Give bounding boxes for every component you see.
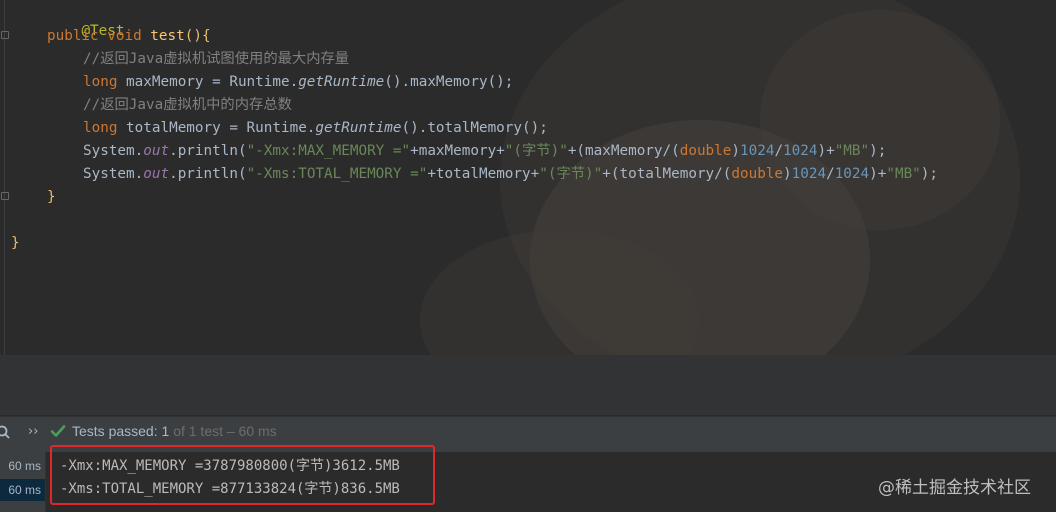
status-label: Tests passed: [72, 423, 158, 439]
operator-token: / [826, 166, 835, 182]
string-token: "-Xms:TOTAL_MEMORY =" [246, 166, 428, 182]
code-line-comment-2: //返回Java虚拟机中的内存总数 [83, 96, 292, 114]
test-tree[interactable]: 60 ms 60 ms [0, 452, 46, 512]
test-status: Tests passed: 1 of 1 test – 60 ms [50, 423, 277, 439]
end-token: ); [869, 143, 887, 159]
out-token: out [143, 143, 170, 159]
modifiers-token: public void [47, 28, 142, 44]
call-token: getRuntime [315, 120, 402, 136]
string-token: "(字节)" [539, 166, 603, 182]
brace-token: } [11, 235, 20, 251]
code-line-print-max: System.out.println("-Xmx:MAX_MEMORY ="+m… [83, 142, 886, 160]
brace-token: } [47, 189, 56, 205]
fold-icon[interactable] [1, 31, 9, 39]
passed-count: 1 [161, 423, 170, 439]
console-line-total: -Xms:TOTAL_MEMORY =877133824(字节)836.5MB [60, 481, 400, 497]
code-line-max-memory: long maxMemory = Runtime.getRuntime().ma… [83, 73, 513, 91]
editor-divider [0, 355, 1056, 415]
expr-token: +maxMemory+ [410, 143, 505, 159]
expr-token: +totalMemory+ [427, 166, 540, 182]
code-line-comment-1: //返回Java虚拟机试图使用的最大内存量 [83, 50, 349, 68]
prefix-token: System. [83, 143, 144, 159]
println-token: .println( [169, 166, 247, 182]
code-line-method-signature: public void test(){ [47, 27, 211, 45]
number-token: 1024 [791, 166, 827, 182]
status-detail: of 1 test – 60 ms [173, 423, 277, 439]
string-token: "-Xmx:MAX_MEMORY =" [246, 143, 411, 159]
tree-row-test[interactable]: 60 ms [0, 479, 45, 501]
code-line-total-memory: long totalMemory = Runtime.getRuntime().… [83, 119, 548, 137]
rest-token: ().maxMemory(); [384, 74, 514, 90]
expr-token: ) [783, 166, 792, 182]
expr-token: +(totalMemory/( [602, 166, 732, 182]
parens-token: (){ [184, 28, 211, 44]
prefix-token: System. [83, 166, 144, 182]
cast-token: double [679, 143, 732, 159]
var-token: maxMemory = Runtime. [117, 74, 299, 90]
expr-token: )+ [869, 166, 887, 182]
expr-token: ) [731, 143, 740, 159]
console-line-max: -Xmx:MAX_MEMORY =3787980800(字节)3612.5MB [60, 458, 400, 474]
method-name-token: test [150, 28, 185, 44]
editor-gutter [4, 0, 5, 355]
string-token: "MB" [834, 143, 870, 159]
println-token: .println( [169, 143, 247, 159]
number-token: 1024 [740, 143, 775, 159]
end-token: ); [920, 166, 939, 182]
string-token: "(字节)" [504, 143, 568, 159]
comment-token: //返回Java虚拟机中的内存总数 [83, 97, 292, 113]
type-token: long [83, 74, 118, 90]
fold-icon[interactable] [1, 192, 9, 200]
code-line-method-close: } [47, 188, 56, 206]
expr-token: +(maxMemory/( [567, 143, 680, 159]
watermark: @稀土掘金技术社区 [878, 478, 1031, 498]
expand-chevron-icon[interactable]: ›› [28, 424, 38, 439]
tree-row-root[interactable]: 60 ms [0, 455, 45, 477]
cast-token: double [731, 166, 784, 182]
operator-token: / [774, 143, 784, 159]
string-token: "MB" [886, 166, 921, 182]
type-token: long [83, 120, 118, 136]
code-line-class-close: } [11, 234, 20, 252]
search-icon[interactable] [0, 425, 10, 439]
number-token: 1024 [834, 166, 870, 182]
code-line-print-total: System.out.println("-Xms:TOTAL_MEMORY ="… [83, 165, 938, 183]
check-icon [50, 425, 66, 437]
comment-token: //返回Java虚拟机试图使用的最大内存量 [83, 51, 350, 67]
var-token: totalMemory = Runtime. [117, 120, 316, 136]
call-token: getRuntime [298, 74, 385, 90]
number-token: 1024 [783, 143, 818, 159]
out-token: out [143, 166, 170, 182]
rest-token: ().totalMemory(); [401, 120, 548, 136]
code-editor[interactable]: @Test public void test(){ //返回Java虚拟机试图使… [0, 0, 1056, 355]
expr-token: )+ [817, 143, 835, 159]
